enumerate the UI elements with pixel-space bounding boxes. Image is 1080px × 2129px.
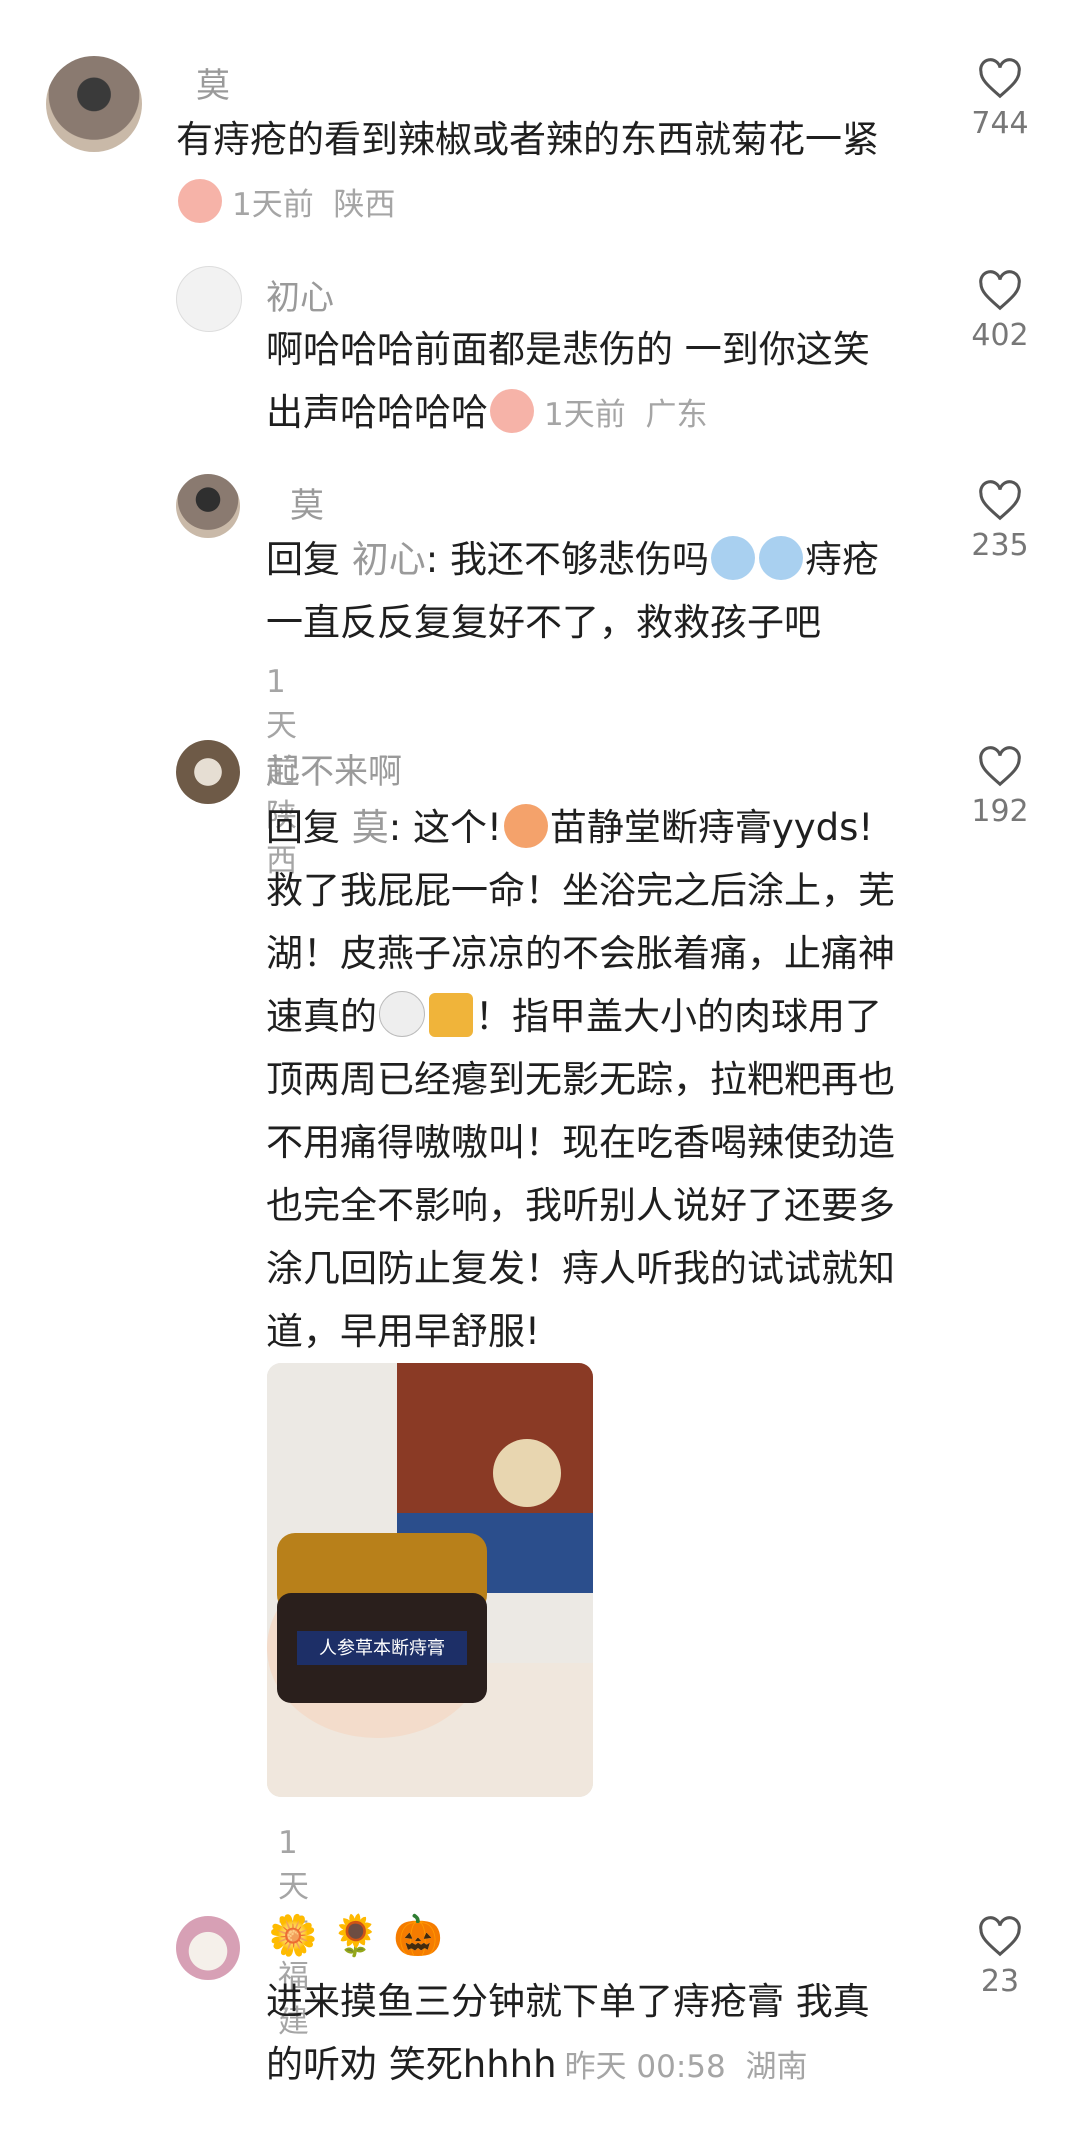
like-button[interactable]: 23 [960, 1916, 1040, 1999]
emoji-icon [490, 389, 534, 433]
like-button[interactable]: 744 [960, 58, 1040, 141]
product-jar-image: 人参草本断痔膏 [267, 1363, 593, 1797]
avatar[interactable] [176, 1916, 240, 1980]
comment-author[interactable]: 莫 [290, 478, 324, 527]
comment-author[interactable]: 🌼 🌻 🎃 [268, 1912, 443, 1959]
like-button[interactable]: 402 [960, 270, 1040, 353]
emoji-icon [711, 536, 755, 580]
comment-text: 回复 初心: 我还不够悲伤吗 痔疮一直反反复复好不了，救救孩子吧 [266, 528, 906, 654]
comment-text: 回复 莫: 这个! 苗静堂断痔膏yyds!救了我屁屁一命！坐浴完之后涂上，芜湖！皮… [266, 796, 906, 1363]
emoji-icon [178, 179, 222, 223]
heart-outline-icon [979, 1916, 1021, 1957]
comment-location: 陕西 [333, 187, 396, 223]
like-count: 744 [971, 106, 1029, 141]
comment-body: 有痔疮的看到辣椒或者辣的东西就菊花一紧 [176, 118, 879, 161]
heart-outline-icon [979, 746, 1021, 787]
reply-to-user[interactable]: 初心 [352, 538, 426, 581]
comment-time: 1天前 [232, 187, 314, 223]
like-count: 23 [980, 1964, 1020, 1999]
comment-time: 昨天 00:58 [564, 2049, 726, 2085]
svg-text:人参草本断痔膏: 人参草本断痔膏 [319, 1637, 445, 1659]
comment-location: 广东 [645, 397, 708, 433]
comment-location: 湖南 [745, 2049, 808, 2085]
comment-text: 啊哈哈哈前面都是悲伤的 一到你这笑出声哈哈哈哈 1天前 广东 [266, 318, 906, 447]
comment-text: 进来摸鱼三分钟就下单了痔疮膏 我真的听劝 笑死hhhh 昨天 00:58 湖南 [266, 1970, 906, 2099]
avatar[interactable] [176, 740, 240, 804]
like-button[interactable]: 235 [960, 480, 1040, 563]
avatar[interactable] [176, 474, 240, 538]
peach-icon [503, 804, 548, 848]
comment-time: 1天前 [544, 397, 626, 433]
comment-body: : 我还不够悲伤吗 [425, 538, 709, 581]
comment-author[interactable]: 起不来啊 [266, 744, 402, 793]
comment-text: 有痔疮的看到辣椒或者辣的东西就菊花一紧 1天前 陕西 [176, 108, 906, 237]
heart-outline-icon [979, 480, 1021, 521]
reply-prefix: 回复 [266, 538, 340, 581]
like-count: 235 [971, 528, 1029, 563]
heart-outline-icon [979, 58, 1021, 99]
avatar[interactable] [46, 56, 142, 152]
reply-to-user[interactable]: 莫 [352, 806, 389, 849]
comment-body-cont2: ！指甲盖大小的肉球用了顶两周已经瘪到无影无踪，拉粑粑再也不用痛得嗷嗷叫！现在吃香… [266, 995, 895, 1353]
comment-author[interactable]: 莫 [196, 58, 230, 107]
like-count: 402 [971, 318, 1029, 353]
product-photo[interactable]: 人参草本断痔膏 [267, 1363, 593, 1797]
cow-icon [379, 991, 425, 1037]
heart-outline-icon [979, 270, 1021, 311]
reply-prefix: 回复 [266, 806, 340, 849]
emoji-icon [759, 536, 803, 580]
beer-icon [429, 993, 473, 1037]
like-button[interactable]: 192 [960, 746, 1040, 829]
comment-body: : 这个! [388, 806, 502, 849]
comment-author[interactable]: 初心 [266, 270, 334, 319]
like-count: 192 [971, 794, 1029, 829]
avatar[interactable] [176, 266, 242, 332]
